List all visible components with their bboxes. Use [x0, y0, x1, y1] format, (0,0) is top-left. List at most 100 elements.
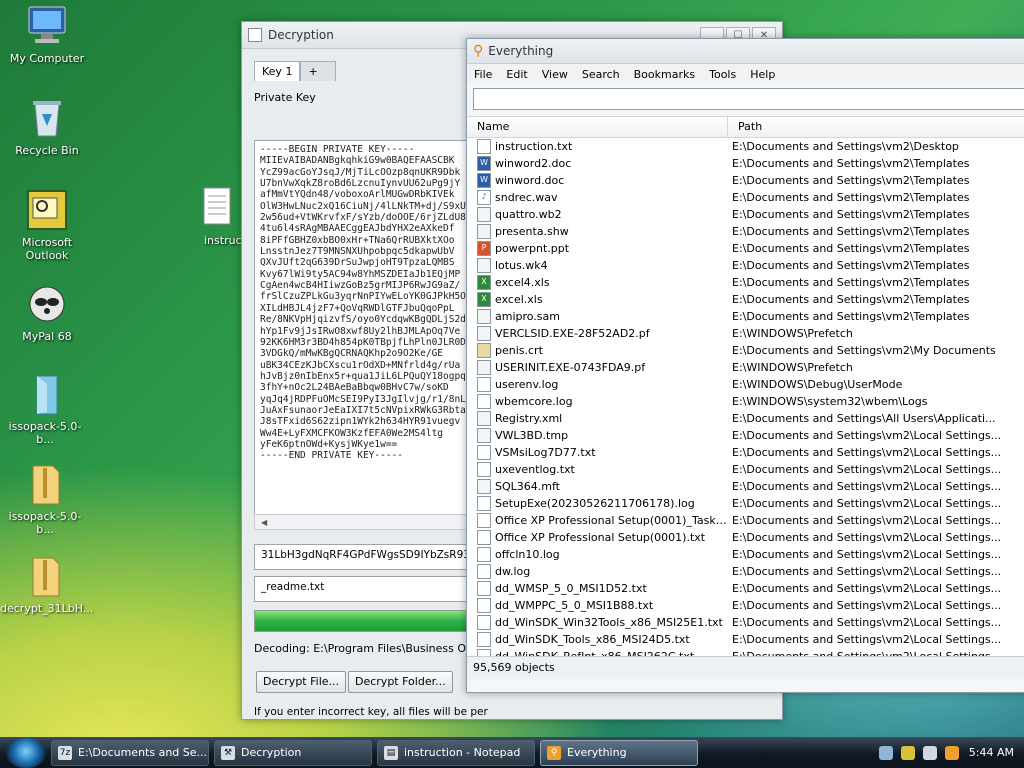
txt-file-icon [477, 564, 491, 579]
desktop-icon-label: My Computer [9, 52, 85, 65]
table-row[interactable]: uxeventlog.txt E:\Documents and Settings\… [467, 461, 1024, 478]
table-row[interactable]: dd_WMPPC_5_0_MSI1B88.txt E:\Documents and… [467, 597, 1024, 614]
column-path-header[interactable]: Path [728, 117, 978, 137]
table-row[interactable]: penis.crt E:\Documents and Settings\vm2\M… [467, 342, 1024, 359]
file-path-cell: E:\Documents and Settings\vm2\Local Sett… [732, 633, 1002, 646]
table-row[interactable]: Registry.xml E:\Documents and Settings\Al… [467, 410, 1024, 427]
gen-file-icon [477, 326, 491, 341]
crt-file-icon [477, 343, 491, 358]
file-path-cell: E:\WINDOWS\Debug\UserMode [732, 378, 903, 391]
table-row[interactable]: Wwinword.doc E:\Documents and Settings\vm… [467, 172, 1024, 189]
menu-help[interactable]: Help [743, 68, 782, 81]
volume-icon[interactable] [922, 745, 937, 760]
clock[interactable]: 5:44 AM [969, 746, 1014, 759]
table-row[interactable]: Office XP Professional Setup(0001).txt E:… [467, 529, 1024, 546]
table-row[interactable]: ♪ sndrec.wav E:\Documents and Settings\vm2… [467, 189, 1024, 206]
file-path-cell: E:\Documents and Settings\vm2\Local Sett… [732, 514, 1002, 527]
desktop-icon-my-computer[interactable]: My Computer [2, 4, 92, 65]
menu-edit[interactable]: Edit [499, 68, 534, 81]
notepad-icon: ▤ [384, 745, 398, 760]
table-row[interactable]: Wwinword2.doc E:\Documents and Settings\v… [467, 155, 1024, 172]
table-row[interactable]: dd_WinSDK_Win32Tools_x86_MSI25E1.txt E:\D… [467, 614, 1024, 631]
desktop-icon-issopack-1[interactable]: issopack-5.0-b... [0, 372, 90, 446]
desktop-icon-label: Recycle Bin [15, 144, 79, 157]
table-row[interactable]: dw.log E:\Documents and Settings\vm2\Loca… [467, 563, 1024, 580]
gen-file-icon [477, 428, 491, 443]
table-row[interactable]: lotus.wk4 E:\Documents and Settings\vm2\T… [467, 257, 1024, 274]
scroll-left-icon[interactable]: ◀ [261, 518, 267, 527]
table-row[interactable]: dd_WinSDK_RefInt_x86_MSI262C.txtE:\Docum… [467, 648, 1024, 656]
menu-search[interactable]: Search [575, 68, 627, 81]
file-path-cell: E:\Documents and Settings\vm2\Local Sett… [732, 446, 1002, 459]
table-row[interactable]: SetupExe(20230526211706178).log E:\Docume… [467, 495, 1024, 512]
table-row[interactable]: Xexcel4.xls E:\Documents and Settings\vm2… [467, 274, 1024, 291]
everything-titlebar[interactable]: ⚲ Everything [467, 39, 1024, 64]
table-row[interactable]: dd_WinSDK_Tools_x86_MSI24D5.txt E:\Docume… [467, 631, 1024, 648]
start-button[interactable] [6, 737, 46, 768]
tab-key-1[interactable]: Key 1 [254, 61, 301, 81]
table-row[interactable]: quattro.wb2 E:\Documents and Settings\vm2… [467, 206, 1024, 223]
shield-icon[interactable] [900, 745, 915, 760]
file-name-field[interactable]: _readme.txt [254, 576, 483, 602]
txt-file-icon [477, 139, 491, 154]
desktop-icon-mypal[interactable]: MyPal 68 [2, 282, 92, 343]
private-key-textarea[interactable]: -----BEGIN PRIVATE KEY----- MIIEvAIBADAN… [254, 140, 484, 520]
search-tray-icon[interactable] [944, 745, 959, 760]
file-path-cell: E:\Documents and Settings\vm2\Local Sett… [732, 548, 1002, 561]
file-name-cell: sndrec.wav [495, 191, 558, 204]
task-explorer[interactable]: 7z E:\Documents and Se... [51, 739, 209, 766]
decrypt-folder-button[interactable]: Decrypt Folder... [348, 671, 453, 693]
menu-bookmarks[interactable]: Bookmarks [627, 68, 702, 81]
menu-file[interactable]: File [467, 68, 499, 81]
file-name-cell: presenta.shw [495, 225, 569, 238]
file-name-cell: dd_WinSDK_Tools_x86_MSI24D5.txt [495, 633, 690, 646]
search-input[interactable] [473, 88, 1024, 110]
file-path-cell: E:\Documents and Settings\vm2\Templates [732, 225, 970, 238]
txt-file-icon [477, 598, 491, 613]
desktop-icon-instruction[interactable]: instruc [186, 186, 246, 247]
menu-view[interactable]: View [535, 68, 575, 81]
desktop-icon-decrypt[interactable]: decrypt_31LbH... [0, 554, 94, 615]
network-icon[interactable] [878, 745, 893, 760]
txt-file-icon [477, 377, 491, 392]
text-file-icon [194, 186, 238, 230]
desktop-icon-issopack-2[interactable]: issopack-5.0-b... [0, 462, 90, 536]
file-path-cell: E:\Documents and Settings\vm2\Templates [732, 157, 970, 170]
table-row[interactable]: Ppowerpnt.ppt E:\Documents and Settings\v… [467, 240, 1024, 257]
file-name-cell: lotus.wk4 [495, 259, 548, 272]
file-path-cell: E:\Documents and Settings\All Users\Appl… [732, 412, 996, 425]
gen-file-icon [477, 207, 491, 222]
task-notepad[interactable]: ▤ instruction - Notepad [377, 739, 535, 766]
desktop-icon-recycle-bin[interactable]: Recycle Bin [2, 96, 92, 157]
table-row[interactable]: presenta.shw E:\Documents and Settings\vm… [467, 223, 1024, 240]
decrypt-file-button[interactable]: Decrypt File... [256, 671, 347, 693]
table-row[interactable]: VWL3BD.tmp E:\Documents and Settings\vm2\… [467, 427, 1024, 444]
file-path-cell: E:\Documents and Settings\vm2\Local Sett… [732, 616, 1002, 629]
desktop-icon-label: decrypt_31LbH... [0, 602, 94, 615]
table-row[interactable]: SQL364.mft E:\Documents and Settings\vm2\… [467, 478, 1024, 495]
column-name-header[interactable]: Name [467, 117, 728, 137]
table-row[interactable]: VERCLSID.EXE-28F52AD2.pf E:\WINDOWS\Prefe… [467, 325, 1024, 342]
horizontal-scrollbar[interactable]: ◀ [254, 514, 481, 530]
file-name-cell: VSMsiLog7D77.txt [495, 446, 596, 459]
file-name-cell: dd_WinSDK_Win32Tools_x86_MSI25E1.txt [495, 616, 723, 629]
table-row[interactable]: instruction.txt E:\Documents and Settings… [467, 138, 1024, 155]
table-row[interactable]: offcln10.log E:\Documents and Settings\vm… [467, 546, 1024, 563]
add-tab-button[interactable]: + [300, 61, 337, 81]
task-decryption[interactable]: ⚒ Decryption [214, 739, 372, 766]
menu-tools[interactable]: Tools [702, 68, 743, 81]
table-row[interactable]: Office XP Professional Setup(0001)_Task(… [467, 512, 1024, 529]
table-row[interactable]: dd_WMSP_5_0_MSI1D52.txt E:\Documents and … [467, 580, 1024, 597]
outlook-icon [25, 188, 69, 232]
task-everything[interactable]: ⚲ Everything [540, 739, 698, 766]
file-path-cell: E:\Documents and Settings\vm2\My Documen… [732, 344, 996, 357]
table-row[interactable]: amipro.sam E:\Documents and Settings\vm2\… [467, 308, 1024, 325]
table-row[interactable]: VSMsiLog7D77.txt E:\Documents and Setting… [467, 444, 1024, 461]
victim-id-field[interactable]: 31LbH3gdNqRF4GPdFWgsSD9IYbZsR93B5N [254, 544, 483, 570]
desktop-icon-outlook[interactable]: Microsoft Outlook [2, 188, 92, 262]
table-row[interactable]: USERINIT.EXE-0743FDA9.pf E:\WINDOWS\Prefe… [467, 359, 1024, 376]
table-row[interactable]: Xexcel.xls E:\Documents and Settings\vm2\… [467, 291, 1024, 308]
table-row[interactable]: wbemcore.log E:\WINDOWS\system32\wbem\Log… [467, 393, 1024, 410]
table-row[interactable]: userenv.log E:\WINDOWS\Debug\UserMode [467, 376, 1024, 393]
txt-file-icon [477, 547, 491, 562]
